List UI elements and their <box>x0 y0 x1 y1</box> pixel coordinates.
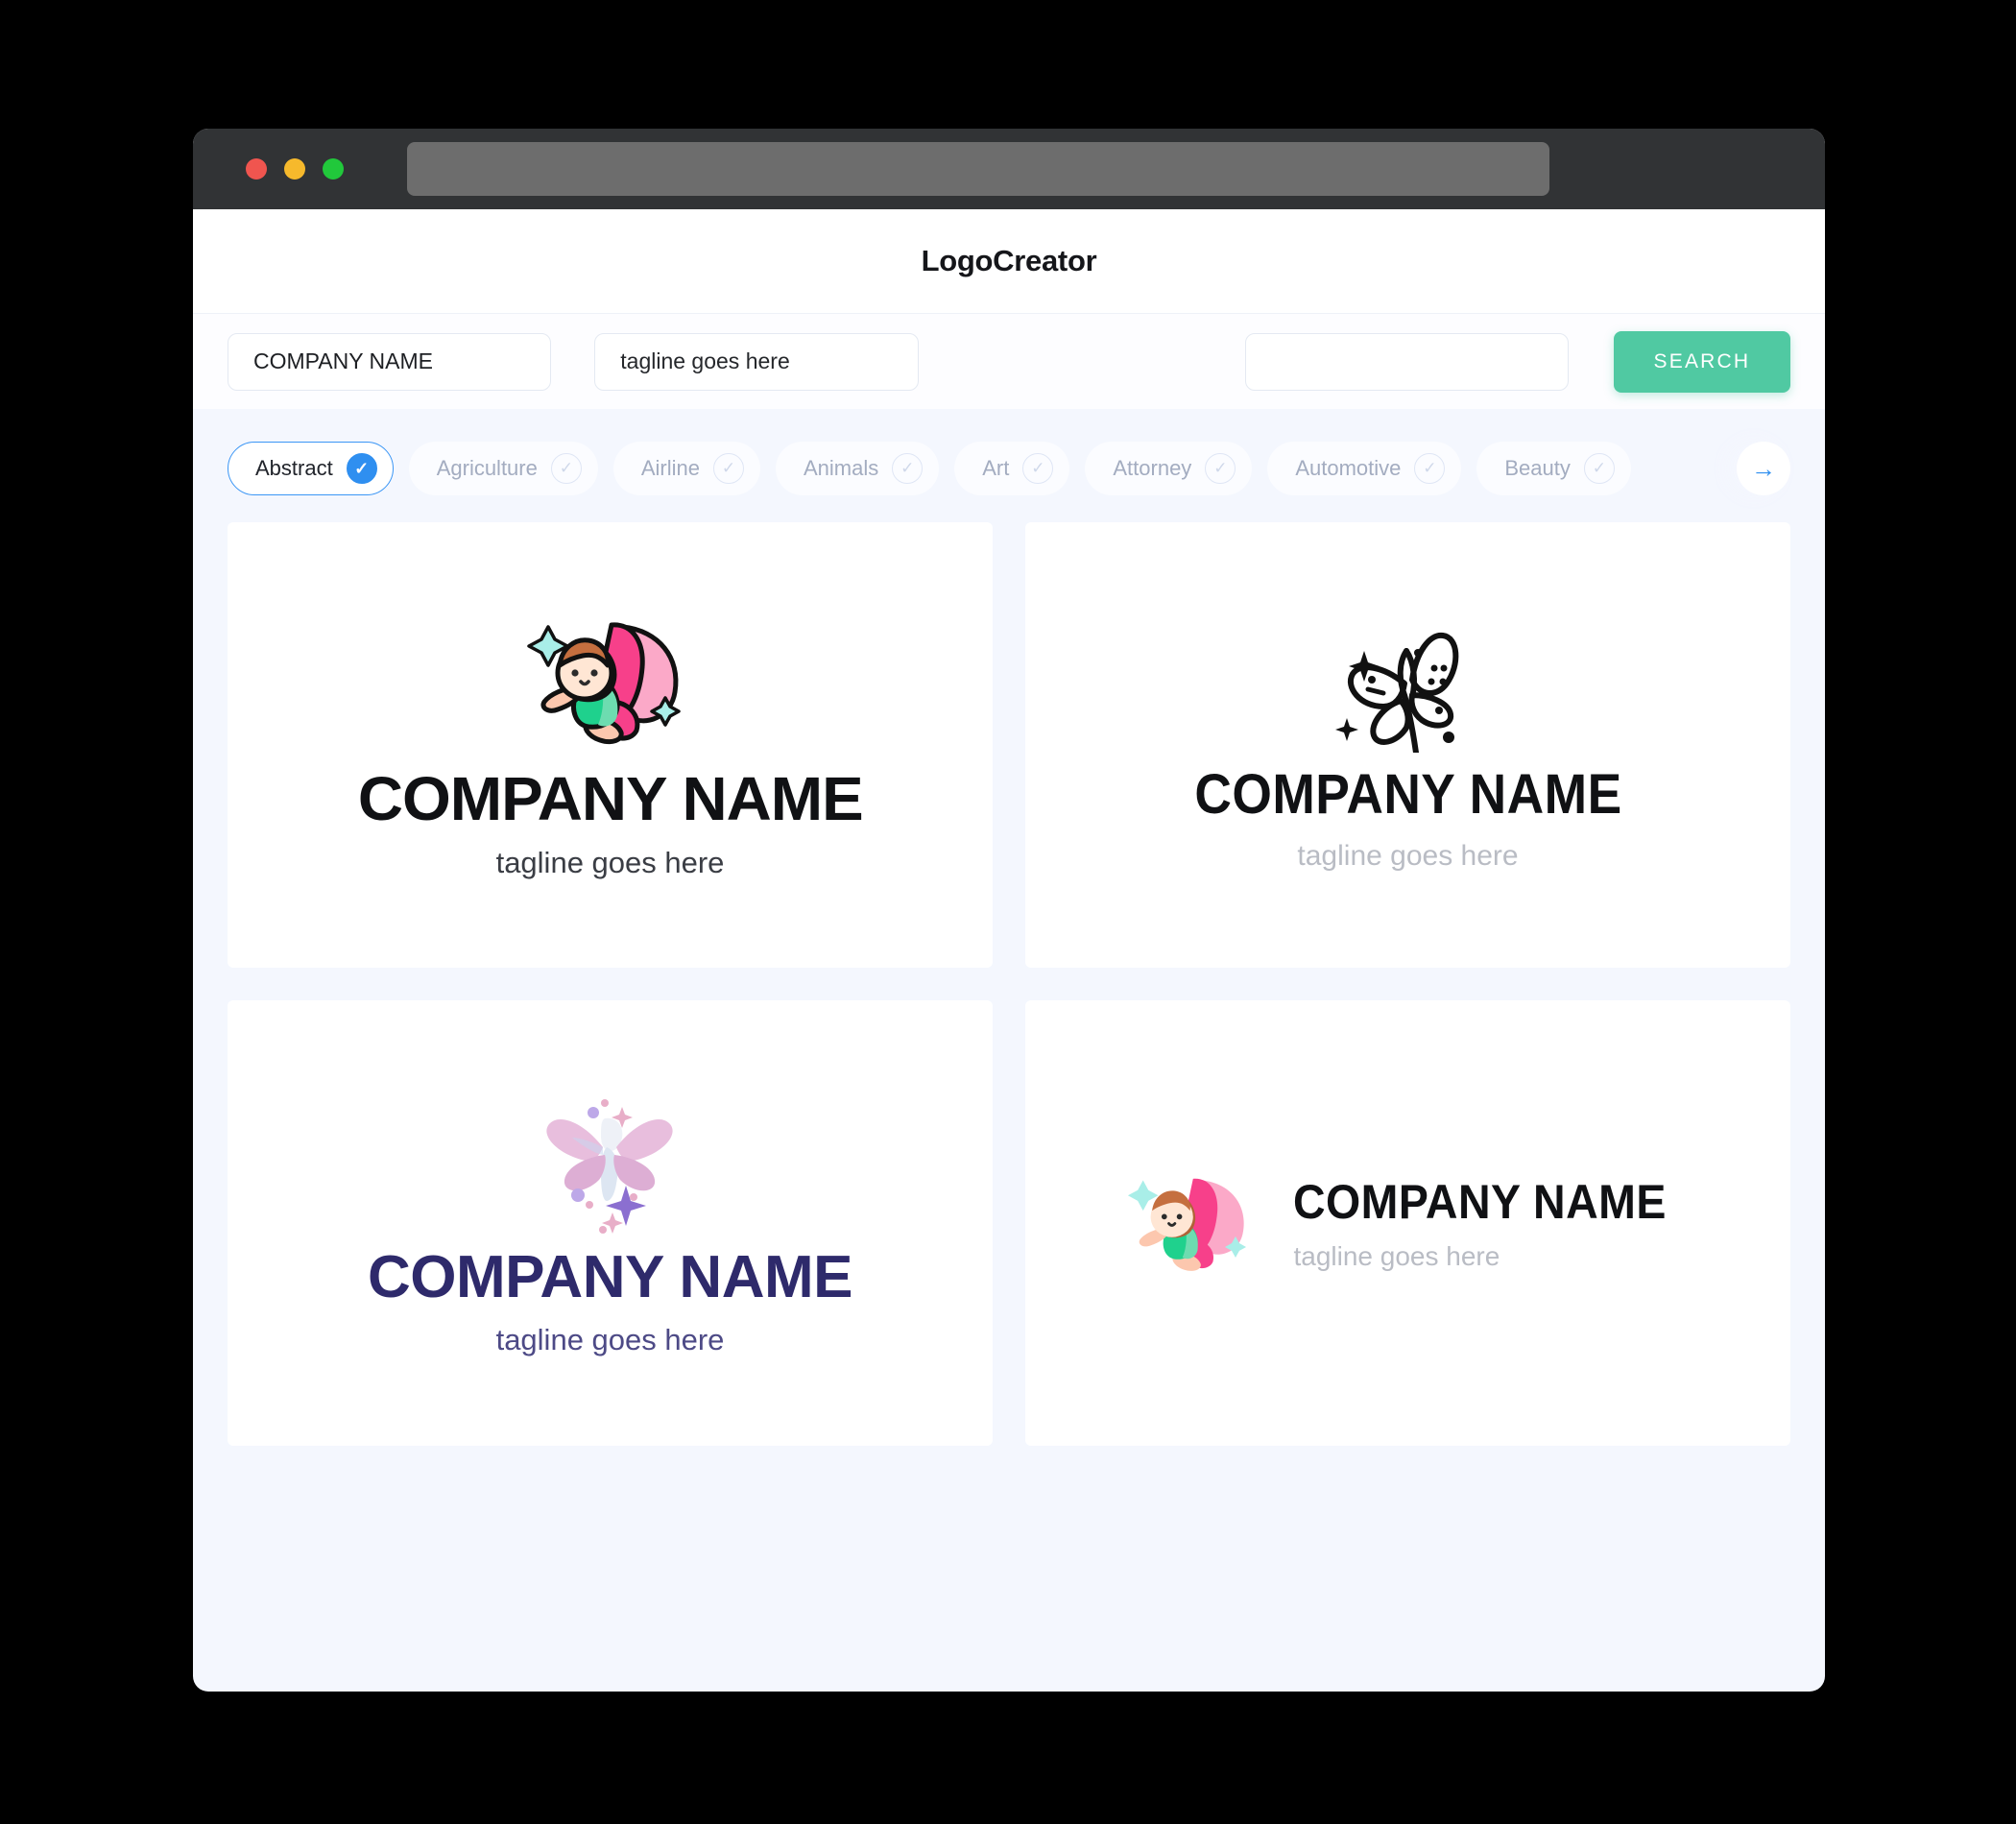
check-icon: ✓ <box>1022 453 1054 484</box>
url-bar[interactable] <box>407 142 1549 196</box>
category-chip-label: Airline <box>640 456 700 480</box>
screenshot-stage: LogoCreator COMPANY NAME tagline goes he… <box>0 0 2016 1824</box>
window-controls <box>246 158 344 180</box>
logo-company-name: COMPANY NAME <box>368 1243 852 1310</box>
category-chip-airline[interactable]: Airline ✓ <box>612 442 760 495</box>
category-chip-label: Beauty <box>1504 456 1571 480</box>
keyword-input[interactable] <box>1244 332 1569 391</box>
arrow-right-icon[interactable]: → <box>1737 442 1790 495</box>
browser-titlebar <box>193 129 1825 209</box>
butterfly-fairy-pink-icon <box>545 1098 673 1234</box>
check-icon: ✓ <box>892 453 924 484</box>
category-chip-animals[interactable]: Animals ✓ <box>776 442 940 495</box>
logo-card[interactable]: COMPANY NAME tagline goes here <box>228 522 993 968</box>
minimize-button[interactable] <box>284 158 305 180</box>
category-chip-beauty[interactable]: Beauty ✓ <box>1476 442 1631 495</box>
logo-card[interactable]: COMPANY NAME tagline goes here <box>1025 522 1790 968</box>
company-name-input[interactable]: COMPANY NAME <box>228 332 552 391</box>
category-chip-label: Attorney <box>1113 456 1192 480</box>
logo-tagline: tagline goes here <box>495 1322 725 1356</box>
check-icon: ✓ <box>713 453 744 484</box>
category-chip-label: Abstract <box>255 456 333 480</box>
logo-tagline: tagline goes here <box>1297 839 1519 872</box>
category-chip-label: Automotive <box>1295 456 1402 480</box>
category-chip-abstract[interactable]: Abstract ✓ <box>228 442 394 495</box>
page-title: LogoCreator <box>921 244 1097 277</box>
logo-card[interactable]: COMPANY NAME tagline goes here <box>1025 1000 1790 1446</box>
category-chip-label: Animals <box>804 456 879 480</box>
app-header: LogoCreator <box>193 209 1825 313</box>
logo-results-grid: COMPANY NAME tagline goes here COMPANY N… <box>193 518 1825 1484</box>
category-filter-bar: Abstract ✓ Agriculture ✓ Airline ✓ Anima… <box>193 409 1825 518</box>
check-icon: ✓ <box>1414 453 1446 484</box>
close-button[interactable] <box>246 158 267 180</box>
category-chip-label: Art <box>982 456 1010 480</box>
logo-tagline: tagline goes here <box>495 846 725 879</box>
category-chip-attorney[interactable]: Attorney ✓ <box>1085 442 1253 495</box>
category-chip-list: Abstract ✓ Agriculture ✓ Airline ✓ Anima… <box>228 442 1825 495</box>
logo-company-name: COMPANY NAME <box>1293 1175 1668 1229</box>
logo-company-name: COMPANY NAME <box>1193 762 1622 826</box>
tagline-input[interactable]: tagline goes here <box>594 332 919 391</box>
category-chip-art[interactable]: Art ✓ <box>954 442 1070 495</box>
maximize-button[interactable] <box>323 158 344 180</box>
category-chip-label: Agriculture <box>436 456 538 480</box>
fairy-outlined-icon <box>526 622 681 745</box>
check-icon: ✓ <box>1205 453 1236 484</box>
check-icon: ✓ <box>550 453 582 484</box>
fairy-flat-icon <box>1128 1178 1247 1271</box>
logo-company-name: COMPANY NAME <box>357 764 864 833</box>
category-chip-agriculture[interactable]: Agriculture ✓ <box>408 442 598 495</box>
check-icon: ✓ <box>1583 453 1615 484</box>
browser-window: LogoCreator COMPANY NAME tagline goes he… <box>193 129 1825 1692</box>
search-button[interactable]: SEARCH <box>1613 330 1791 393</box>
logo-tagline: tagline goes here <box>1293 1241 1500 1271</box>
logo-card[interactable]: COMPANY NAME tagline goes here <box>228 1000 993 1446</box>
category-chip-automotive[interactable]: Automotive ✓ <box>1267 442 1462 495</box>
check-icon: ✓ <box>346 453 377 484</box>
search-toolbar: COMPANY NAME tagline goes here SEARCH <box>193 313 1825 409</box>
butterfly-lineart-icon <box>1335 632 1459 753</box>
